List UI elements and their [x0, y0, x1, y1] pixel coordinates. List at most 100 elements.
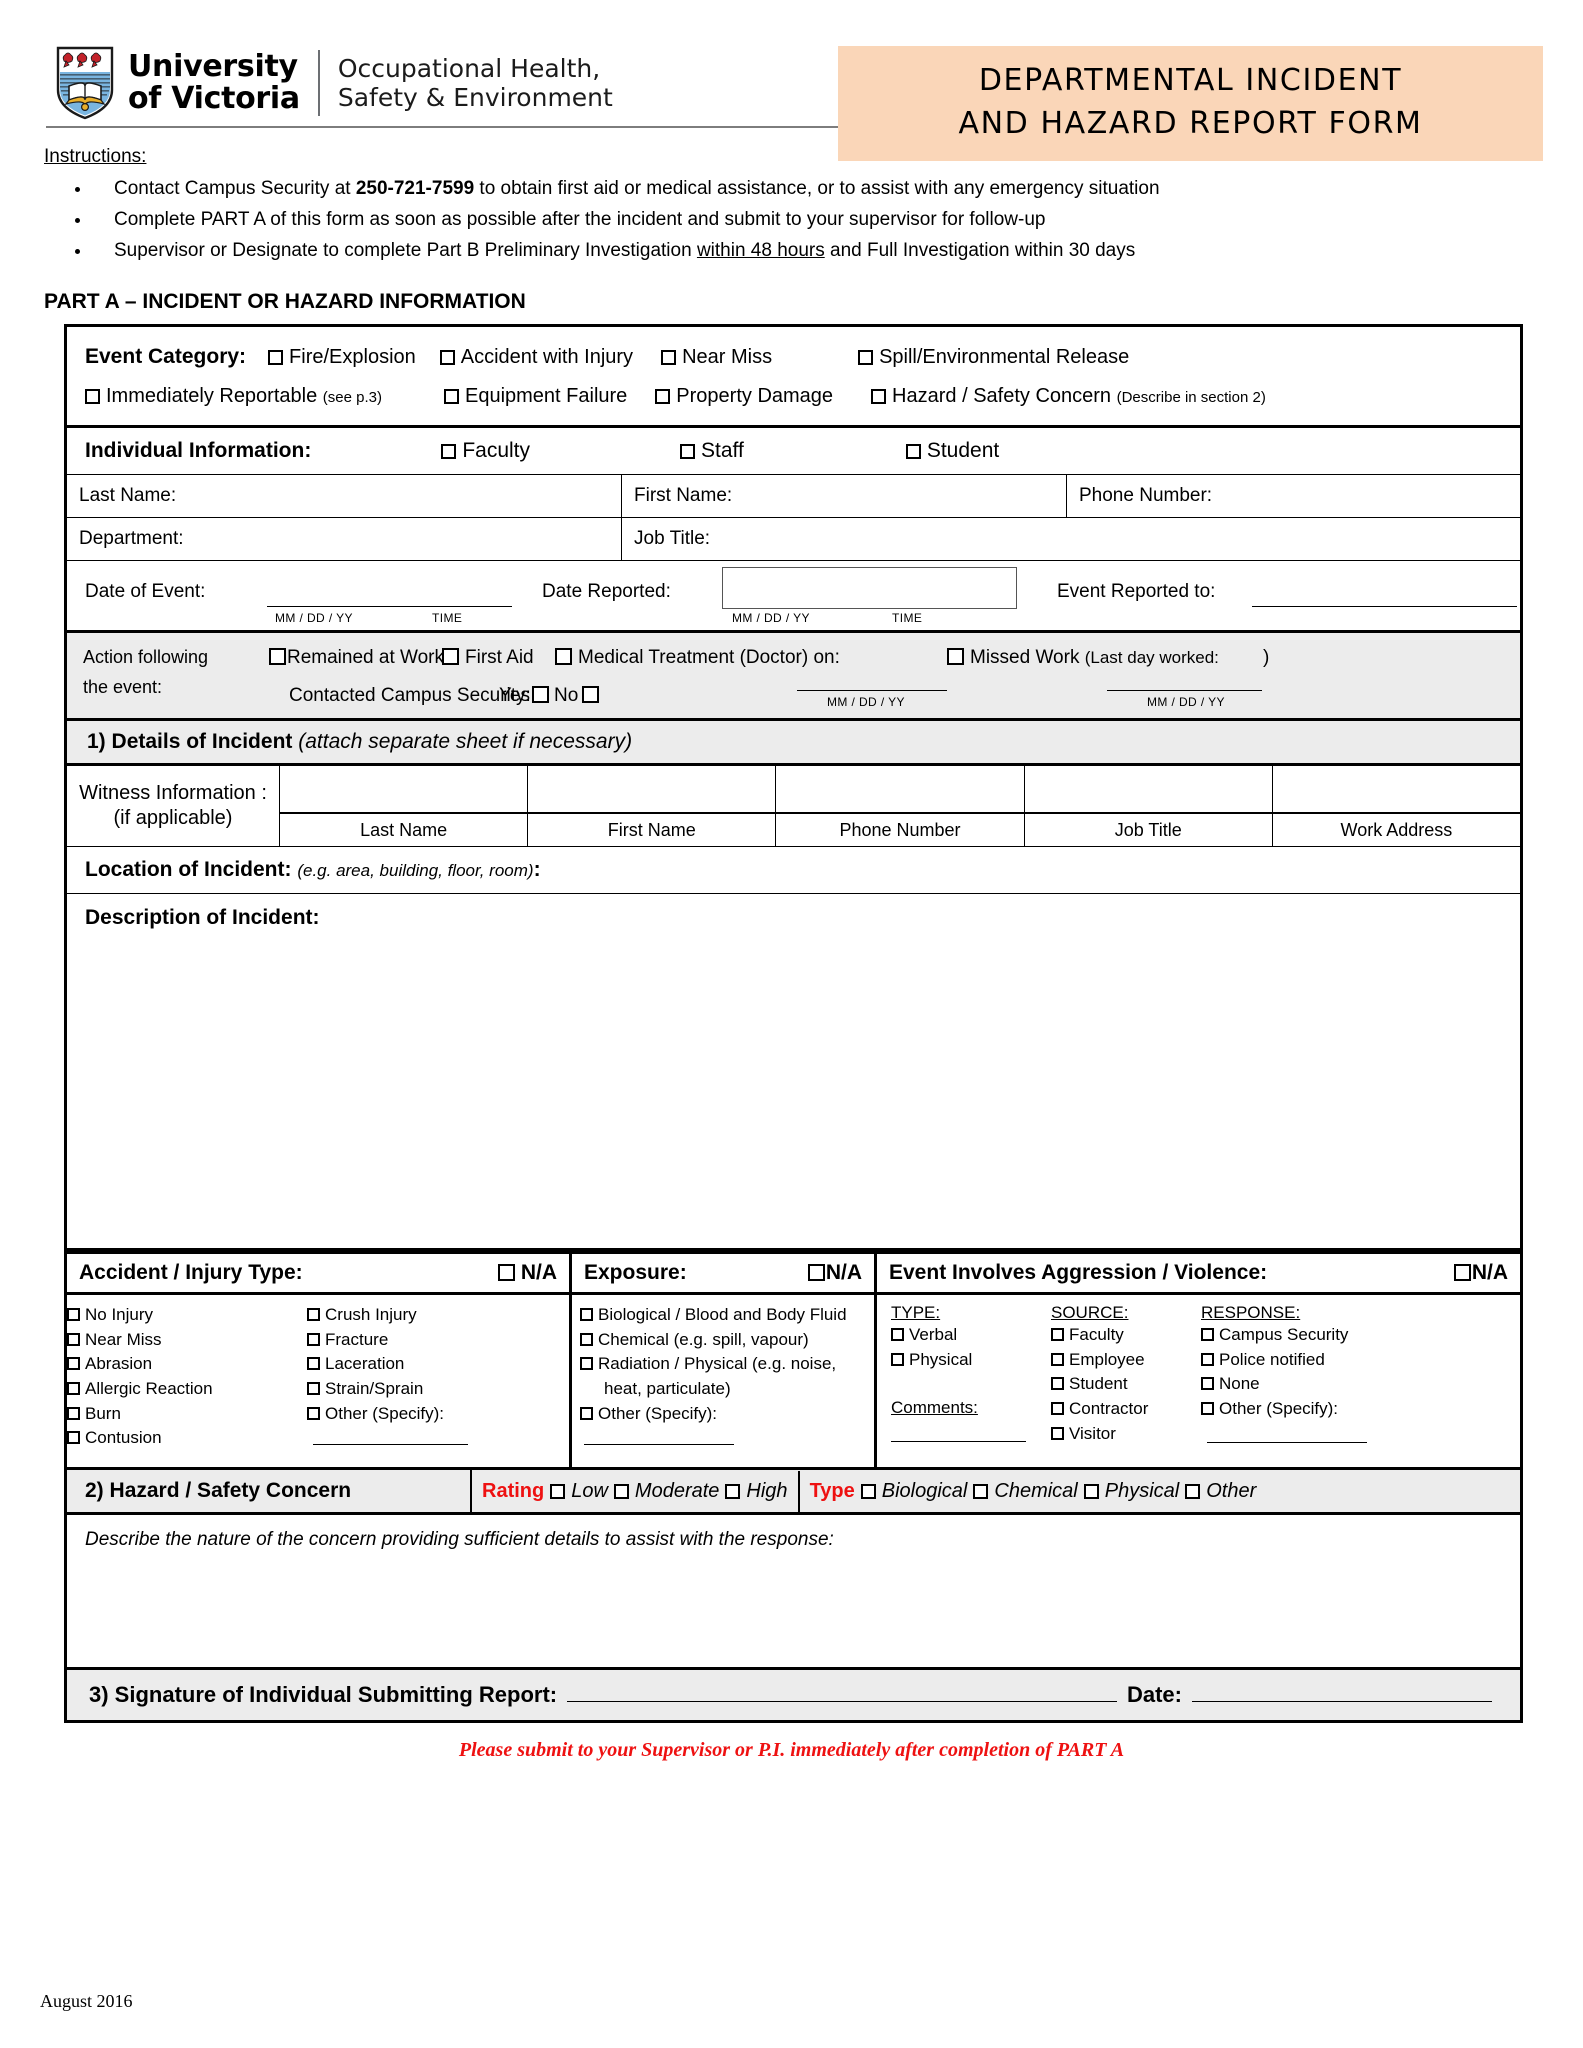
checkbox-icon[interactable]	[613, 1483, 629, 1499]
checkbox-icon[interactable]	[307, 1382, 320, 1396]
checkbox-icon[interactable]	[307, 1357, 320, 1371]
department-field[interactable]: Department:	[67, 518, 622, 561]
checkbox-icon[interactable]	[1453, 1264, 1471, 1282]
checkbox-near-miss[interactable]: Near Miss	[661, 338, 772, 376]
checkbox-response-other[interactable]: Other (Specify):	[1201, 1397, 1367, 1422]
checkbox-missed-work[interactable]: Missed Work (Last day worked:	[947, 647, 1219, 669]
checkbox-burn[interactable]: Burn	[67, 1402, 307, 1427]
checkbox-abrasion[interactable]: Abrasion	[67, 1352, 307, 1377]
checkbox-crush-injury[interactable]: Crush Injury	[307, 1303, 468, 1328]
checkbox-response-none[interactable]: None	[1201, 1372, 1367, 1397]
checkbox-immediately-reportable[interactable]: Immediately Reportable (see p.3)	[85, 377, 382, 415]
checkbox-icon[interactable]	[67, 1332, 80, 1346]
checkbox-icon[interactable]	[439, 350, 455, 366]
checkbox-icon[interactable]	[1201, 1402, 1214, 1416]
injury-other-specify-input[interactable]	[307, 1432, 468, 1457]
hazard-description-block[interactable]: Describe the nature of the concern provi…	[67, 1515, 1520, 1671]
checkbox-accident-with-injury[interactable]: Accident with Injury	[439, 338, 633, 376]
checkbox-icon[interactable]	[891, 1352, 904, 1366]
checkbox-icon[interactable]	[1051, 1352, 1064, 1366]
checkbox-icon[interactable]	[67, 1382, 80, 1396]
event-reported-to-input[interactable]	[1252, 581, 1517, 608]
checkbox-property-damage[interactable]: Property Damage	[655, 377, 833, 415]
checkbox-medical-treatment[interactable]: Medical Treatment (Doctor) on:	[555, 647, 840, 669]
checkbox-student[interactable]: Student	[905, 439, 999, 463]
checkbox-icon[interactable]	[858, 350, 874, 366]
first-name-field[interactable]: First Name:	[622, 475, 1067, 518]
checkbox-injury-other[interactable]: Other (Specify):	[307, 1402, 468, 1427]
date-reported-input[interactable]	[722, 567, 1017, 610]
checkbox-exposure-other[interactable]: Other (Specify):	[580, 1402, 866, 1427]
checkbox-icon[interactable]	[67, 1431, 80, 1445]
checkbox-icon[interactable]	[307, 1332, 320, 1346]
location-of-incident-row[interactable]: Location of Incident: (e.g. area, buildi…	[67, 847, 1520, 895]
checkbox-fire-explosion[interactable]: Fire/Explosion	[268, 338, 416, 376]
checkbox-icon[interactable]	[1051, 1328, 1064, 1342]
checkbox-icon[interactable]	[655, 389, 671, 405]
checkbox-type-chemical[interactable]: Chemical	[973, 1480, 1078, 1503]
checkbox-icon[interactable]	[582, 686, 600, 704]
checkbox-spill-environmental-release[interactable]: Spill/Environmental Release	[858, 338, 1129, 376]
checkbox-icon[interactable]	[269, 648, 286, 666]
checkbox-icon[interactable]	[580, 1406, 593, 1420]
checkbox-icon[interactable]	[67, 1357, 80, 1371]
checkbox-icon[interactable]	[307, 1308, 320, 1322]
checkbox-icon[interactable]	[1051, 1426, 1064, 1440]
checkbox-icon[interactable]	[443, 389, 459, 405]
checkbox-aggression-na[interactable]: N/A	[1453, 1261, 1508, 1285]
checkbox-icon[interactable]	[67, 1308, 80, 1322]
checkbox-icon[interactable]	[973, 1483, 989, 1499]
checkbox-icon[interactable]	[580, 1308, 593, 1322]
checkbox-icon[interactable]	[661, 350, 677, 366]
exposure-other-specify-input[interactable]	[580, 1432, 866, 1457]
checkbox-icon[interactable]	[680, 444, 696, 460]
checkbox-equipment-failure[interactable]: Equipment Failure	[443, 377, 627, 415]
witness-job-title-input[interactable]	[1024, 766, 1273, 815]
description-of-incident-block[interactable]: Description of Incident:	[67, 894, 1520, 1252]
checkbox-fracture[interactable]: Fracture	[307, 1328, 468, 1353]
hazard-describe-input[interactable]	[67, 1551, 1520, 1667]
checkbox-icon[interactable]	[905, 444, 921, 460]
checkbox-verbal[interactable]: Verbal	[891, 1323, 1037, 1348]
checkbox-response-campus-security[interactable]: Campus Security	[1201, 1323, 1367, 1348]
witness-work-address-input[interactable]	[1272, 766, 1521, 815]
checkbox-chemical-exposure[interactable]: Chemical (e.g. spill, vapour)	[580, 1328, 866, 1353]
checkbox-source-student[interactable]: Student	[1051, 1372, 1187, 1397]
checkbox-source-visitor[interactable]: Visitor	[1051, 1422, 1187, 1447]
checkbox-type-physical[interactable]: Physical	[1083, 1480, 1179, 1503]
checkbox-security-no[interactable]: No	[554, 685, 600, 707]
checkbox-icon[interactable]	[550, 1483, 566, 1499]
last-day-worked-input[interactable]	[1107, 673, 1262, 692]
checkbox-icon[interactable]	[555, 648, 572, 666]
checkbox-hazard-safety-concern[interactable]: Hazard / Safety Concern (Describe in sec…	[871, 377, 1266, 415]
checkbox-contusion[interactable]: Contusion	[67, 1426, 307, 1451]
checkbox-physical[interactable]: Physical	[891, 1348, 1037, 1373]
checkbox-icon[interactable]	[1201, 1377, 1214, 1391]
checkbox-icon[interactable]	[532, 686, 549, 704]
checkbox-radiation-physical[interactable]: Radiation / Physical (e.g. noise, heat, p…	[580, 1352, 866, 1401]
checkbox-near-miss-injury[interactable]: Near Miss	[67, 1328, 307, 1353]
witness-last-name-input[interactable]	[280, 766, 529, 815]
checkbox-icon[interactable]	[807, 1264, 825, 1282]
aggression-comments-input[interactable]	[891, 1432, 1037, 1450]
signature-input[interactable]	[567, 1682, 1117, 1703]
checkbox-security-yes[interactable]: Yes	[499, 685, 549, 707]
job-title-field[interactable]: Job Title:	[622, 518, 1520, 560]
checkbox-icon[interactable]	[1185, 1483, 1201, 1499]
checkbox-source-contractor[interactable]: Contractor	[1051, 1397, 1187, 1422]
checkbox-type-other[interactable]: Other	[1185, 1480, 1256, 1503]
medical-treatment-date-input[interactable]	[797, 673, 947, 692]
signature-date-input[interactable]	[1192, 1682, 1492, 1703]
witness-first-name-input[interactable]	[528, 766, 777, 815]
checkbox-icon[interactable]	[1051, 1377, 1064, 1391]
checkbox-icon[interactable]	[947, 648, 964, 666]
checkbox-first-aid[interactable]: First Aid	[442, 647, 534, 669]
checkbox-rating-high[interactable]: High	[725, 1480, 788, 1503]
checkbox-allergic-reaction[interactable]: Allergic Reaction	[67, 1377, 307, 1402]
checkbox-icon[interactable]	[580, 1332, 593, 1346]
checkbox-biological-blood-body-fluid[interactable]: Biological / Blood and Body Fluid	[580, 1303, 866, 1328]
response-other-specify-input[interactable]	[1201, 1430, 1367, 1455]
date-of-event-input[interactable]	[267, 581, 512, 608]
description-of-incident-input[interactable]	[67, 930, 1520, 1248]
checkbox-icon[interactable]	[307, 1406, 320, 1420]
